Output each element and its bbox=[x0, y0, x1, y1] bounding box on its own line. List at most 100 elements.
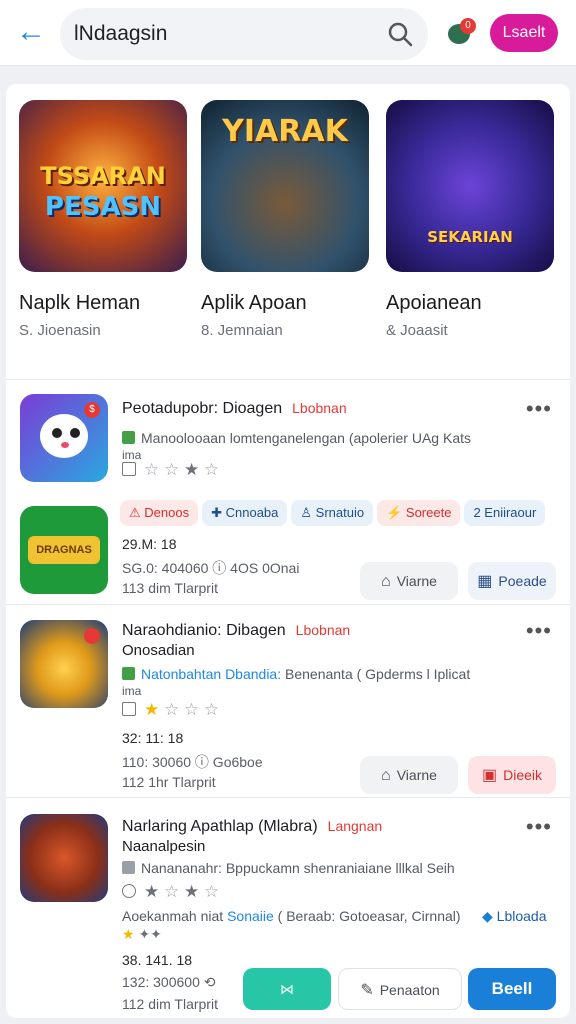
chip[interactable]: ⚡ Soreete bbox=[377, 500, 461, 526]
item-title[interactable]: Peotadupobr: Dioagen Lbobnan bbox=[122, 400, 347, 418]
list-item[interactable]: Narlaring Apathlap (Mlabra) Langnan ••• N… bbox=[6, 812, 570, 1012]
featured-title: Naplk Heman bbox=[19, 292, 141, 314]
featured-art-text: YIARAK bbox=[222, 114, 348, 149]
grid-icon: ▦ bbox=[477, 573, 493, 590]
item-stat: 32: 11: 18 bbox=[122, 730, 184, 746]
search-input[interactable]: lNdaagsin bbox=[74, 22, 167, 46]
refresh-icon: ⟲ bbox=[203, 974, 216, 990]
item-tag: Lbobnan bbox=[295, 622, 351, 638]
hourglass-icon: ⋈ bbox=[280, 981, 294, 997]
share-button[interactable]: ⋈ bbox=[243, 968, 331, 1010]
eye-icon bbox=[52, 428, 62, 438]
featured-subtitle: S. Jioenasin bbox=[19, 322, 101, 339]
header-action-button[interactable]: Lsaelt bbox=[490, 14, 558, 52]
featured-subtitle: & Joaasit bbox=[386, 322, 448, 339]
delete-button-label: Dieeik bbox=[503, 767, 543, 783]
view-button-label: Viarne bbox=[396, 573, 437, 589]
home-icon: ⌂ bbox=[381, 767, 391, 784]
radio-icon[interactable] bbox=[122, 884, 136, 898]
app-icon[interactable]: DRAGNAS bbox=[20, 506, 108, 594]
panel-button-label: Poeade bbox=[498, 573, 547, 589]
featured-thumbnail[interactable]: TSSARAN PESASN bbox=[19, 100, 187, 272]
preview-button[interactable]: ✎ Penaaton bbox=[338, 968, 462, 1010]
search-icon[interactable] bbox=[386, 20, 414, 48]
chip-label: Soreete bbox=[405, 505, 452, 520]
badge-icon: ◆ bbox=[482, 908, 497, 924]
featured-app-3[interactable]: SEKARIAN Apoianean & Joaasit bbox=[386, 100, 556, 339]
item-title[interactable]: Naraohdianio: Dibagen Lbobnan bbox=[122, 622, 350, 640]
notification-bell-icon[interactable]: 0 bbox=[444, 18, 476, 48]
checkbox-icon[interactable] bbox=[122, 462, 136, 476]
featured-thumbnail[interactable]: YIARAK bbox=[201, 100, 369, 272]
checkbox-icon[interactable] bbox=[122, 702, 136, 716]
app-icon-label: DRAGNAS bbox=[28, 536, 100, 564]
app-icon[interactable] bbox=[20, 620, 108, 708]
pencil-icon: ✎ bbox=[360, 982, 374, 999]
delete-button[interactable]: ▣ Dieeik bbox=[468, 756, 556, 794]
item-stat: 110: 30060 ⓘ Go6boe bbox=[122, 754, 263, 770]
featured-app-2[interactable]: YIARAK Aplik Apoan 8. Jemnaian bbox=[201, 100, 371, 339]
item-tag: Lbobnan bbox=[292, 400, 347, 416]
item-stat: 113 dim Tlarprit bbox=[122, 580, 218, 596]
trash-icon: ▣ bbox=[481, 767, 498, 784]
item-description-text: Benenanta ( Gpderms l Iplicat bbox=[281, 666, 471, 682]
verified-icon bbox=[122, 667, 135, 680]
view-button[interactable]: ⌂ Viarne bbox=[360, 756, 458, 794]
item-description: Manoolooaan lomtenganelengan (apolerier … bbox=[122, 430, 471, 446]
app-icon[interactable] bbox=[20, 814, 108, 902]
list-item[interactable]: $ DRAGNAS Peotadupobr: Dioagen Lbobnan ••… bbox=[6, 394, 570, 604]
chip[interactable]: ✚ Cnnoaba bbox=[202, 500, 288, 526]
chip[interactable]: ♙ Srnatuio bbox=[291, 500, 374, 526]
item-meta-highlight: Sonaiie bbox=[227, 908, 274, 924]
preview-button-label: Penaaton bbox=[379, 982, 440, 998]
chip-label: Denoos bbox=[144, 505, 190, 520]
item-stat: 38. 141. 18 bbox=[122, 952, 193, 968]
item-description-highlight: Natonbahtan Dbandia: bbox=[141, 666, 282, 682]
info-icon bbox=[122, 861, 135, 874]
item-stat-text: 132: 300600 bbox=[122, 974, 200, 990]
list-item[interactable]: Naraohdianio: Dibagen Lbobnan ••• Onosadi… bbox=[6, 616, 570, 796]
home-icon: ⌂ bbox=[381, 573, 391, 590]
rating-stars[interactable]: ★ ☆ ★ ☆ bbox=[122, 882, 219, 902]
chip-label: Eniiraour bbox=[484, 505, 537, 520]
back-arrow-icon[interactable]: ← bbox=[14, 14, 48, 52]
featured-art-text: PESASN bbox=[44, 192, 162, 222]
item-stat: SG.0: 404060 ⓘ 4OS 0Onai bbox=[122, 560, 300, 576]
red-badge-icon bbox=[84, 628, 100, 644]
more-options-icon[interactable]: ••• bbox=[526, 396, 552, 422]
item-meta-text: ( Beraab: Gotoeasar, Cirnnal) bbox=[273, 908, 461, 924]
chip-label: Cnnoaba bbox=[225, 505, 279, 520]
item-title[interactable]: Narlaring Apathlap (Mlabra) Langnan bbox=[122, 818, 382, 836]
install-button[interactable]: Beell bbox=[468, 968, 556, 1010]
rating-stars[interactable]: ★ ☆ ☆ ☆ bbox=[122, 700, 219, 720]
download-link-label: Lbloada bbox=[496, 908, 547, 924]
item-tag: Langnan bbox=[327, 818, 383, 834]
featured-app-1[interactable]: TSSARAN PESASN Naplk Heman S. Jioenasin bbox=[19, 100, 189, 339]
divider bbox=[6, 604, 570, 605]
rating-stars[interactable]: ☆ ☆ ★ ☆ bbox=[122, 460, 219, 480]
cat-face-icon bbox=[40, 414, 88, 458]
mini-rating: ★ ✦✦ bbox=[122, 926, 162, 942]
view-button-label: Viarne bbox=[396, 767, 437, 783]
search-bar[interactable]: lNdaagsin bbox=[60, 8, 428, 60]
more-options-icon[interactable]: ••• bbox=[526, 618, 552, 644]
view-button[interactable]: ⌂ Viarne bbox=[360, 562, 458, 600]
item-description-text: Nanananahr: Bppuckamn shenraniaiane lllk… bbox=[141, 860, 455, 876]
featured-title: Apoianean bbox=[386, 292, 482, 314]
chip[interactable]: ⚠ Denoos bbox=[120, 500, 199, 526]
item-stat: 112 dim Tlarprit bbox=[122, 996, 218, 1012]
panel-button[interactable]: ▦ Poeade bbox=[468, 562, 556, 600]
chip[interactable]: 2 Eniiraour bbox=[464, 500, 546, 526]
download-link[interactable]: ◆ Lbloada bbox=[482, 908, 546, 925]
app-icon[interactable]: $ bbox=[20, 394, 108, 482]
item-meta: Aoekanmah niat Sonaiie ( Beraab: Gotoeas… bbox=[122, 908, 461, 924]
more-options-icon[interactable]: ••• bbox=[526, 814, 552, 840]
featured-thumbnail[interactable]: SEKARIAN bbox=[386, 100, 554, 272]
item-subtitle: Onosadian bbox=[122, 642, 195, 659]
item-title-text: Peotadupobr: Dioagen bbox=[122, 400, 283, 417]
content-card: TSSARAN PESASN Naplk Heman S. Jioenasin … bbox=[6, 84, 570, 1018]
featured-art-text: SEKARIAN bbox=[427, 228, 513, 246]
item-title-text: Naraohdianio: Dibagen bbox=[122, 622, 286, 639]
item-stat: 29.M: 18 bbox=[122, 536, 177, 552]
item-stat: 132: 300600 ⟲ bbox=[122, 974, 215, 991]
